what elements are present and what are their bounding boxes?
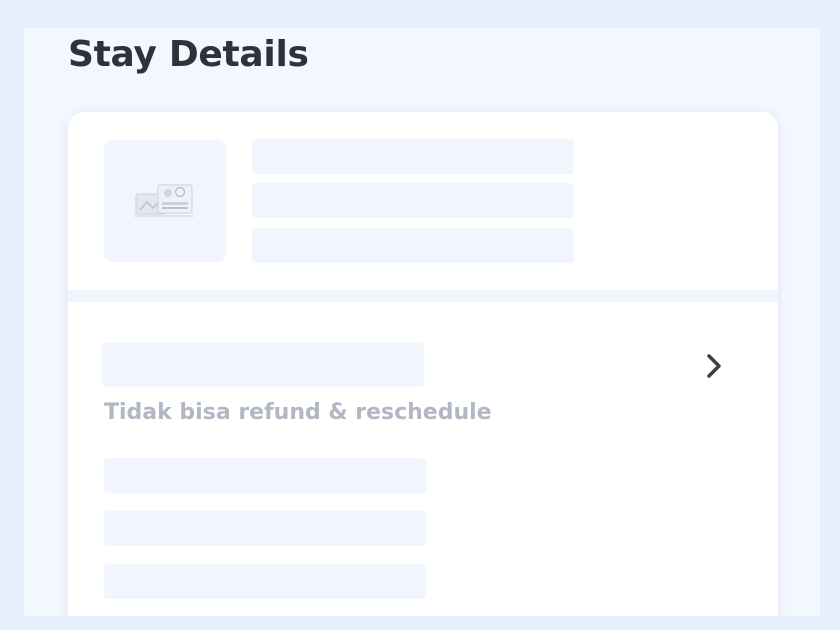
app-frame: Stay Details Tidak bisa refund & resched…: [0, 0, 840, 630]
hotel-name-skeleton: [252, 139, 574, 174]
stay-details-card[interactable]: Tidak bisa refund & reschedule: [68, 112, 778, 616]
room-type-skeleton: [102, 343, 424, 387]
room-detail-skeleton-3: [104, 564, 426, 599]
hotel-date-skeleton: [252, 228, 574, 263]
refund-policy-text: Tidak bisa refund & reschedule: [104, 400, 492, 425]
section-divider: [68, 290, 778, 302]
chevron-right-icon[interactable]: [700, 350, 728, 382]
hotel-placeholder-illustration-icon: [134, 184, 194, 217]
room-detail-skeleton-1: [104, 458, 426, 493]
hotel-image-placeholder: [104, 140, 226, 262]
page-title: Stay Details: [68, 34, 309, 75]
room-detail-skeleton-2: [104, 511, 426, 546]
hotel-info-skeleton: [252, 183, 574, 218]
stay-details-screen: Stay Details Tidak bisa refund & resched…: [24, 28, 820, 616]
